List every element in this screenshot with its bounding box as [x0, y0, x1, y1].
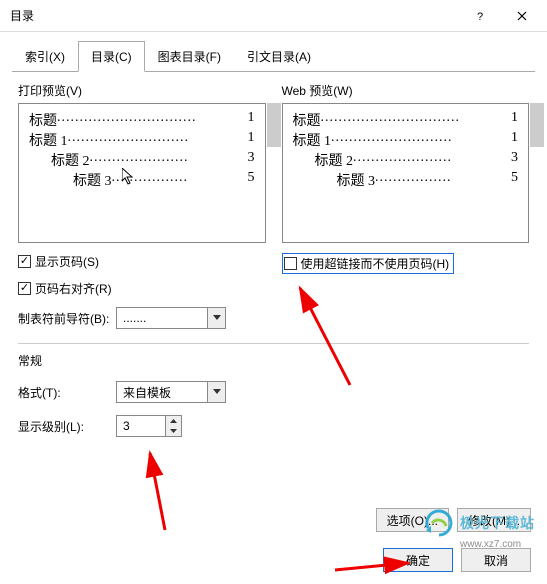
- checkbox-label: 显示页码(S): [35, 253, 99, 270]
- titlebar: 目录 ?: [0, 0, 547, 32]
- chevron-down-icon[interactable]: [207, 308, 225, 328]
- help-button[interactable]: ?: [459, 2, 501, 30]
- spinner-down-icon[interactable]: [166, 426, 181, 436]
- watermark: 极光下载站 www.xz7.com: [424, 508, 535, 538]
- tab-citations[interactable]: 引文目录(A): [234, 41, 324, 72]
- checkbox-icon: [284, 257, 297, 270]
- scrollbar-thumb[interactable]: [530, 103, 544, 147]
- web-preview-box: 标题...............................1 标题 1.…: [282, 103, 530, 243]
- annotation-arrow: [140, 445, 200, 535]
- format-label: 格式(T):: [18, 384, 110, 401]
- cancel-button[interactable]: 取消: [461, 548, 531, 572]
- watermark-text: 极光下载站: [460, 513, 535, 533]
- preview-row: 标题 3.................5: [29, 170, 255, 190]
- preview-row: 标题 2......................3: [29, 150, 255, 170]
- tab-figures[interactable]: 图表目录(F): [145, 41, 234, 72]
- tab-toc[interactable]: 目录(C): [78, 41, 145, 72]
- scrollbar-thumb[interactable]: [267, 103, 281, 147]
- tab-index[interactable]: 索引(X): [12, 41, 78, 72]
- checkbox-icon: [18, 255, 31, 268]
- tab-strip: 索引(X) 目录(C) 图表目录(F) 引文目录(A): [12, 40, 535, 72]
- preview-row: 标题 1...........................1: [293, 130, 519, 150]
- spinner-up-icon[interactable]: [166, 416, 181, 426]
- preview-row: 标题 1...........................1: [29, 130, 255, 150]
- watermark-url: www.xz7.com: [460, 539, 521, 550]
- preview-row: 标题...............................1: [29, 110, 255, 130]
- show-page-num-checkbox[interactable]: 显示页码(S): [18, 253, 266, 270]
- levels-spinner[interactable]: [116, 415, 182, 437]
- general-section-title: 常规: [18, 352, 529, 369]
- close-button[interactable]: [501, 2, 543, 30]
- checkbox-label: 使用超链接而不使用页码(H): [301, 255, 450, 272]
- web-preview-label: Web 预览(W): [282, 82, 530, 99]
- right-align-checkbox[interactable]: 页码右对齐(R): [18, 280, 266, 297]
- dialog-title: 目录: [10, 7, 459, 24]
- ok-button[interactable]: 确定: [383, 548, 453, 572]
- checkbox-label: 页码右对齐(R): [35, 280, 112, 297]
- tab-leader-select[interactable]: .......: [116, 307, 226, 329]
- tab-leader-label: 制表符前导符(B):: [18, 310, 110, 327]
- chevron-down-icon[interactable]: [207, 382, 225, 402]
- use-hyperlink-checkbox[interactable]: 使用超链接而不使用页码(H): [282, 253, 455, 274]
- levels-label: 显示级别(L):: [18, 418, 110, 435]
- print-preview-box: 标题...............................1 标题 1.…: [18, 103, 266, 243]
- format-select[interactable]: 来自模板: [116, 381, 226, 403]
- preview-row: 标题 2......................3: [293, 150, 519, 170]
- preview-row: 标题...............................1: [293, 110, 519, 130]
- svg-text:?: ?: [477, 11, 483, 21]
- watermark-logo-icon: [424, 508, 454, 538]
- print-preview-label: 打印预览(V): [18, 82, 266, 99]
- levels-input[interactable]: [117, 416, 165, 436]
- checkbox-icon: [18, 282, 31, 295]
- preview-row: 标题 3.................5: [293, 170, 519, 190]
